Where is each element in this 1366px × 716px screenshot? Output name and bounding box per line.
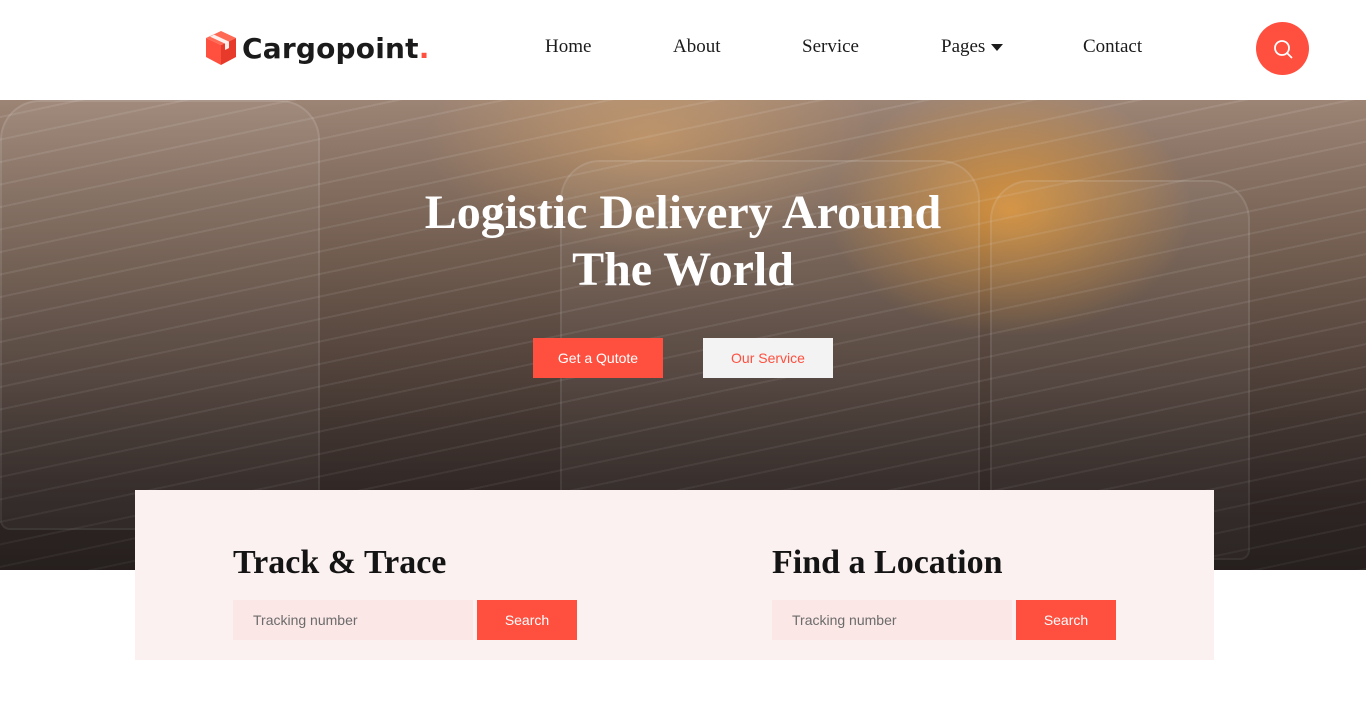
- nav-pages-label: Pages: [941, 36, 986, 57]
- nav-contact[interactable]: Contact: [1083, 36, 1142, 58]
- location-search-button[interactable]: Search: [1016, 600, 1116, 640]
- main-nav: Home About Service Pages Contact: [0, 36, 1366, 66]
- site-header: Cargopoint. Home About Service Pages Con…: [0, 0, 1366, 100]
- track-trace-title: Track & Trace: [233, 544, 447, 581]
- hero-title-line2: The World: [572, 243, 794, 296]
- location-tracking-number-input[interactable]: [772, 600, 1012, 640]
- tracking-panel: Track & Trace Search Find a Location Sea…: [135, 490, 1214, 660]
- nav-home-label: Home: [545, 36, 592, 57]
- hero-title-line1: Logistic Delivery Around: [424, 186, 942, 239]
- nav-service-label: Service: [802, 36, 859, 57]
- nav-service[interactable]: Service: [802, 36, 859, 58]
- nav-about[interactable]: About: [673, 36, 721, 58]
- get-quote-button[interactable]: Get a Qutote: [533, 338, 663, 378]
- our-service-button[interactable]: Our Service: [703, 338, 833, 378]
- hero-title: Logistic Delivery Around The World: [383, 184, 983, 298]
- tracking-number-input[interactable]: [233, 600, 473, 640]
- find-location-title: Find a Location: [772, 544, 1003, 581]
- nav-pages-dropdown[interactable]: Pages: [941, 36, 1004, 58]
- nav-home[interactable]: Home: [545, 36, 591, 58]
- nav-contact-label: Contact: [1083, 36, 1143, 57]
- search-icon: [1273, 39, 1292, 58]
- header-search-button[interactable]: [1256, 22, 1309, 75]
- track-search-button[interactable]: Search: [477, 600, 577, 640]
- caret-down-icon: [991, 43, 1004, 51]
- nav-about-label: About: [673, 36, 721, 57]
